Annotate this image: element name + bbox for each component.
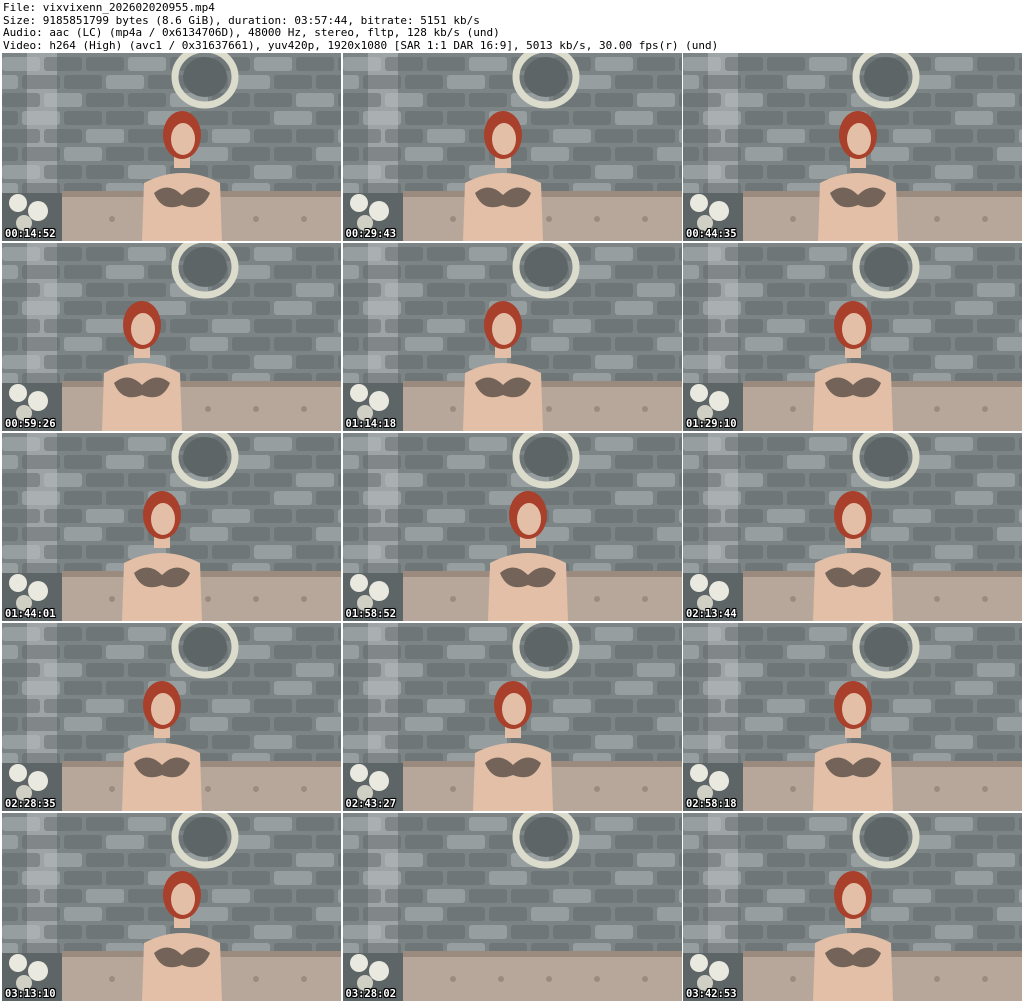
timestamp-label: 03:42:53	[686, 988, 737, 1000]
frame-image	[342, 623, 682, 811]
frame-image	[683, 813, 1022, 1001]
timestamp-label: 00:29:43	[345, 228, 397, 240]
frame-image	[342, 53, 682, 241]
video-frame-thumbnail: 00:44:35	[683, 53, 1022, 241]
frame-image	[342, 813, 682, 1001]
frame-image	[683, 243, 1022, 431]
frame-image	[2, 813, 341, 1001]
timestamp-label: 01:58:52	[345, 608, 397, 620]
timestamp-label: 01:44:01	[5, 608, 56, 620]
timestamp-label: 02:43:27	[345, 798, 397, 810]
video-frame-thumbnail: 03:13:10	[2, 813, 341, 1001]
audio-info-line: Audio: aac (LC) (mp4a / 0x6134706D), 480…	[3, 27, 500, 39]
file-info-header: File: vixvixenn_202602020955.mp4 Size: 9…	[3, 2, 1021, 52]
frame-image	[2, 433, 341, 621]
video-frame-thumbnail: 00:14:52	[2, 53, 341, 241]
frame-image	[2, 243, 341, 431]
timestamp-label: 02:28:35	[5, 798, 56, 810]
timestamp-label: 00:44:35	[686, 228, 737, 240]
timestamp-label: 03:13:10	[5, 988, 56, 1000]
frame-image	[342, 433, 682, 621]
timestamp-label: 01:29:10	[686, 418, 737, 430]
video-frame-thumbnail: 01:58:52	[342, 433, 682, 621]
frame-image	[2, 623, 341, 811]
frame-image	[683, 623, 1022, 811]
frame-image	[342, 243, 682, 431]
file-name-line: File: vixvixenn_202602020955.mp4	[3, 2, 215, 14]
video-frame-thumbnail: 02:28:35	[2, 623, 341, 811]
timestamp-label: 01:14:18	[345, 418, 397, 430]
frame-image	[2, 53, 341, 241]
timestamp-label: 02:13:44	[686, 608, 737, 620]
video-frame-thumbnail: 01:14:18	[342, 243, 682, 431]
timestamp-label: 02:58:18	[686, 798, 737, 810]
timestamp-label: 03:28:02	[345, 988, 397, 1000]
video-frame-thumbnail: 03:42:53	[683, 813, 1022, 1001]
video-frame-thumbnail: 02:58:18	[683, 623, 1022, 811]
frame-image	[683, 433, 1022, 621]
frame-image	[683, 53, 1022, 241]
video-frame-thumbnail: 02:43:27	[342, 623, 682, 811]
thumbnail-grid: 00:14:52 00:29:43 00:44:35 00:59:26 01:14:18…	[2, 53, 1022, 1002]
video-frame-thumbnail: 02:13:44	[683, 433, 1022, 621]
file-size-line: Size: 9185851799 bytes (8.6 GiB), durati…	[3, 14, 480, 27]
timestamp-label: 00:14:52	[5, 228, 56, 240]
video-frame-thumbnail: 00:59:26	[2, 243, 341, 431]
video-frame-thumbnail: 00:29:43	[342, 53, 682, 241]
timestamp-label: 00:59:26	[5, 418, 56, 430]
video-frame-thumbnail: 01:44:01	[2, 433, 341, 621]
video-frame-thumbnail: 03:28:02	[342, 813, 682, 1001]
video-frame-thumbnail: 01:29:10	[683, 243, 1022, 431]
video-info-line: Video: h264 (High) (avc1 / 0x31637661), …	[3, 39, 719, 52]
